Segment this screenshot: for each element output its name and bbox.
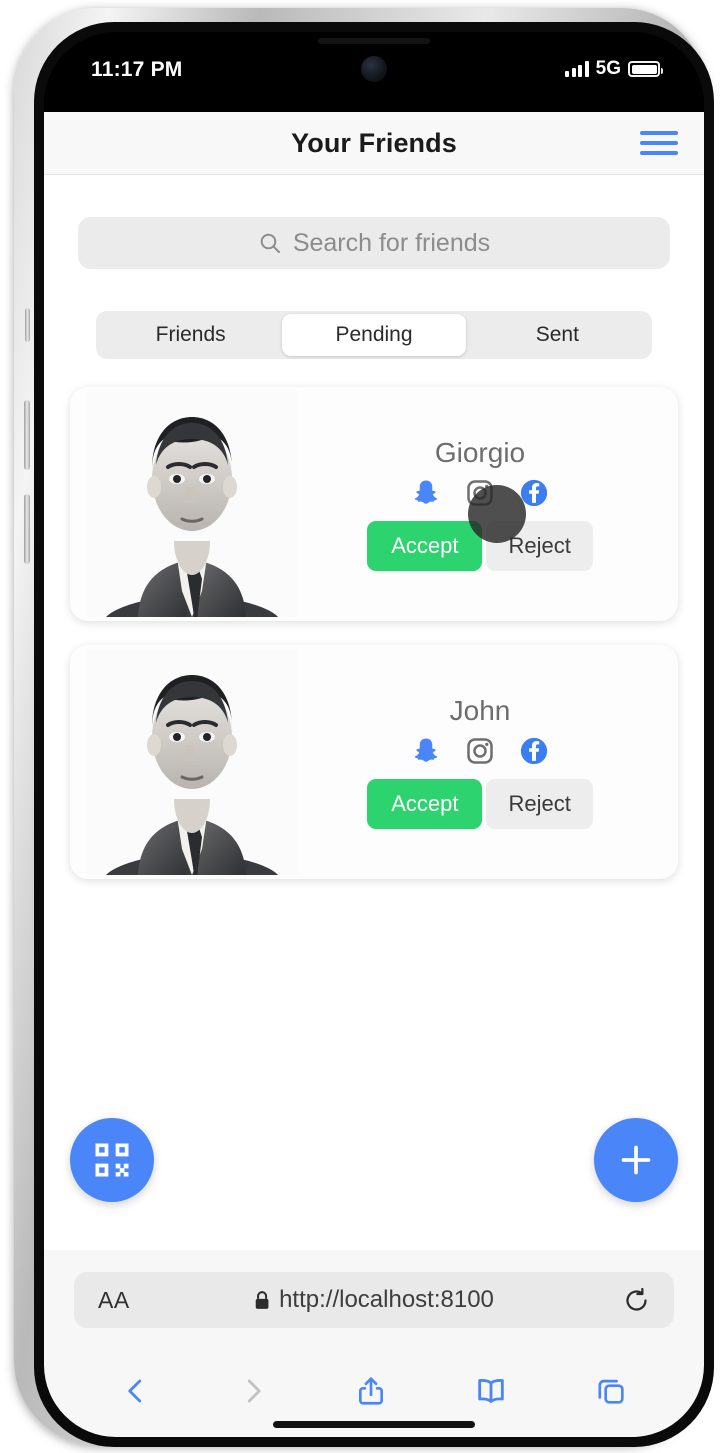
tab-pending[interactable]: Pending [282,314,466,356]
app-header: Your Friends [44,112,704,175]
search-section: Search for friends [44,175,704,269]
avatar [86,649,298,875]
share-icon [358,1377,383,1405]
snapchat-icon[interactable] [411,736,441,766]
card-actions: Accept Reject [367,521,593,571]
qr-code-icon [95,1143,129,1177]
network-type-label: 5G [595,58,621,79]
url-display: http://localhost:8100 [254,1286,494,1314]
instagram-icon[interactable] [465,478,495,508]
status-time: 11:17 PM [91,58,183,81]
volume-down-button[interactable] [24,494,30,564]
search-input[interactable]: Search for friends [78,217,670,269]
snapchat-icon[interactable] [411,478,441,508]
bookmarks-button[interactable] [474,1374,508,1408]
tabs-button[interactable] [595,1374,627,1408]
friend-request-list: Giorgio Accept Reject John Accept Reject [44,359,704,879]
friend-name: John [449,695,511,726]
friend-request-card[interactable]: John Accept Reject [70,645,678,879]
phone-frame: 11:17 PM 5G Your Friends Search for frie… [14,8,714,1447]
bookmarks-icon [478,1379,504,1403]
instagram-icon[interactable] [465,736,495,766]
volume-up-button[interactable] [24,400,30,470]
status-indicators: 5G [565,58,663,80]
forward-button [238,1374,268,1408]
facebook-icon[interactable] [519,478,549,508]
social-links [411,478,549,508]
hamburger-menu-icon[interactable] [640,126,684,160]
segmented-control: Friends Pending Sent [96,311,652,359]
tab-section: Friends Pending Sent [44,269,704,359]
text-size-label: AA [98,1286,130,1313]
add-friend-button[interactable] [594,1118,678,1202]
portrait-photo-icon [86,649,298,875]
share-button[interactable] [355,1373,387,1409]
url-text: http://localhost:8100 [279,1286,494,1313]
safari-toolbar [44,1373,704,1409]
accept-button[interactable]: Accept [367,521,483,571]
lock-icon [255,1290,269,1309]
cellular-signal-icon [565,61,589,77]
friend-request-card[interactable]: Giorgio Accept Reject [70,387,678,621]
search-placeholder: Search for friends [292,228,491,257]
earpiece-speaker [318,38,430,44]
reject-button[interactable]: Reject [486,779,593,829]
silent-switch[interactable] [25,308,30,342]
tab-sent[interactable]: Sent [466,314,649,356]
home-indicator [273,1421,475,1428]
reload-button[interactable] [623,1287,650,1314]
search-icon [260,233,280,253]
reload-icon [626,1287,647,1311]
tabs-icon [598,1379,624,1404]
app-viewport: Your Friends Search for friends Friends [44,112,704,1250]
page-title: Your Friends [291,127,457,158]
plus-icon [621,1145,651,1175]
avatar [86,391,298,617]
card-actions: Accept Reject [367,779,593,829]
portrait-photo-icon [86,391,298,617]
back-arrow-icon [128,1379,142,1403]
back-button[interactable] [121,1374,151,1408]
social-links [411,736,549,766]
text-size-button[interactable]: AA [98,1287,130,1314]
forward-arrow-icon [248,1379,261,1403]
battery-full-icon [628,61,663,77]
friend-card-body: John Accept Reject [298,645,678,879]
accept-button[interactable]: Accept [367,779,483,829]
friend-name: Giorgio [434,437,526,468]
scan-qr-button[interactable] [70,1118,154,1202]
friend-card-body: Giorgio Accept Reject [298,387,678,621]
facebook-icon[interactable] [519,736,549,766]
safari-browser-chrome: AA http://localhost:8100 [44,1250,704,1437]
front-camera-icon [361,56,387,82]
address-bar[interactable]: AA http://localhost:8100 [74,1272,674,1328]
phone-screen: 11:17 PM 5G Your Friends Search for frie… [44,32,704,1437]
tab-friends[interactable]: Friends [99,314,282,356]
reject-button[interactable]: Reject [486,521,593,571]
